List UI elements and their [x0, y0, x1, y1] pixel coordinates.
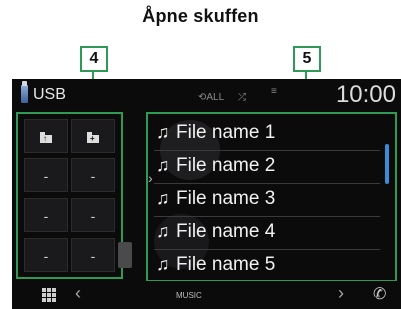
drawer-button-3[interactable]: -	[24, 158, 68, 192]
file-name: File name 1	[176, 122, 276, 143]
drawer-button-5[interactable]: -	[24, 198, 68, 232]
phone-icon[interactable]: ✆	[373, 284, 386, 304]
chevron-right-icon: ›	[148, 170, 153, 186]
folder-up-icon: ↑	[40, 132, 52, 143]
music-note-icon: ♫	[156, 254, 170, 274]
drawer-button-8[interactable]: -	[71, 238, 115, 272]
status-bar: USB ⟲ALL ⤮ ≡ 10:00	[12, 79, 401, 113]
source-label[interactable]: USB	[33, 86, 66, 104]
drawer-button-7[interactable]: -	[24, 238, 68, 272]
chevron-right-icon[interactable]: ›	[338, 283, 344, 304]
folder-up-button[interactable]: ↑	[24, 119, 68, 153]
shuffle-icon: ⤮	[238, 92, 246, 103]
file-list: › ♫ File name 1 ♫ File name 2 ♫ File nam…	[146, 112, 397, 282]
bottom-bar: ‹ MUSIC › ✆	[12, 281, 401, 309]
folder-add-button[interactable]: +	[71, 119, 115, 153]
drawer-handle[interactable]	[118, 242, 132, 268]
usb-icon	[21, 81, 28, 103]
list-item[interactable]: ♫ File name 1	[154, 118, 380, 151]
signal-icon: ≡	[271, 86, 277, 97]
list-item[interactable]: ♫ File name 4	[154, 217, 380, 250]
music-note-icon: ♫	[156, 221, 170, 241]
drawer-button-4[interactable]: -	[71, 158, 115, 192]
file-name: File name 5	[176, 254, 276, 275]
list-item[interactable]: ♫ File name 5	[154, 250, 380, 282]
scrollbar[interactable]	[385, 120, 391, 272]
file-name: File name 2	[176, 155, 276, 176]
music-note-icon: ♫	[156, 188, 170, 208]
callout-5: 5	[293, 46, 321, 72]
music-note-icon: ♫	[156, 122, 170, 142]
bottom-label: MUSIC	[176, 291, 202, 300]
drawer-button-6[interactable]: -	[71, 198, 115, 232]
clock: 10:00	[335, 81, 396, 108]
file-name: File name 4	[176, 221, 276, 242]
folder-add-icon: +	[87, 132, 99, 143]
list-item[interactable]: ♫ File name 2	[154, 151, 380, 184]
scrollbar-thumb[interactable]	[385, 144, 389, 184]
repeat-icon: ⟲ALL	[198, 92, 225, 103]
callout-4: 4	[80, 46, 108, 72]
menu-grid-icon[interactable]	[42, 288, 56, 302]
list-item[interactable]: ♫ File name 3	[154, 184, 380, 217]
page-caption: Åpne skuffen	[142, 6, 259, 26]
music-note-icon: ♫	[156, 155, 170, 175]
file-name: File name 3	[176, 188, 276, 209]
chevron-left-icon[interactable]: ‹	[75, 283, 81, 304]
drawer-panel: ↑ + - - - - - -	[16, 112, 123, 279]
